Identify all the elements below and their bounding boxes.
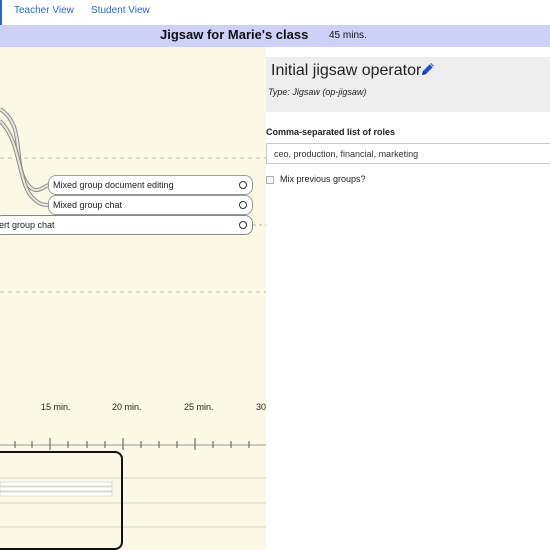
connection-handle-icon[interactable] bbox=[239, 201, 247, 209]
app-root: Teacher View Student View Jigsaw for Mar… bbox=[0, 0, 550, 550]
activity-node-mixed-group-chat[interactable]: Mixed group chat bbox=[48, 195, 253, 215]
connection-handle-icon[interactable] bbox=[239, 181, 247, 189]
pencil-icon[interactable] bbox=[420, 61, 436, 77]
activity-node-label: Mixed group document editing bbox=[53, 180, 174, 190]
tab-student-view[interactable]: Student View bbox=[91, 5, 150, 16]
operator-config-panel: Initial jigsaw operator Type: Jigsaw (op… bbox=[266, 47, 550, 550]
graph-duration: 45 mins. bbox=[329, 30, 367, 41]
activity-node-mixed-doc-editing[interactable]: Mixed group document editing bbox=[48, 175, 253, 195]
graph-title-bar: Jigsaw for Marie's class 45 mins. bbox=[0, 25, 550, 47]
connection-handle-icon[interactable] bbox=[239, 221, 247, 229]
timeline-tick-label: 15 min. bbox=[41, 402, 71, 412]
timeline-tick-label: 25 min. bbox=[184, 402, 214, 412]
operator-title: Initial jigsaw operator bbox=[271, 62, 422, 79]
operator-type: Type: Jigsaw (op-jigsaw) bbox=[268, 87, 367, 97]
timeline-ruler bbox=[0, 438, 266, 450]
roles-field-label: Comma-separated list of roles bbox=[266, 127, 396, 137]
connector-curve bbox=[0, 119, 51, 207]
timeline-tick-label: 30 bbox=[256, 402, 266, 412]
minimap-viewport[interactable] bbox=[0, 451, 123, 550]
timeline-tick-label: 20 min. bbox=[112, 402, 142, 412]
active-tab-indicator bbox=[0, 0, 2, 25]
view-tabs: Teacher View Student View bbox=[0, 0, 550, 25]
roles-input[interactable]: ceo, production, financial, marketing bbox=[266, 143, 550, 164]
activity-node-label: ert group chat bbox=[0, 220, 55, 230]
graph-title[interactable]: Jigsaw for Marie's class bbox=[160, 27, 308, 42]
activity-node-label: Mixed group chat bbox=[53, 200, 123, 210]
tab-teacher-view[interactable]: Teacher View bbox=[14, 5, 74, 16]
mix-groups-label: Mix previous groups? bbox=[280, 174, 366, 184]
graph-canvas[interactable]: Mixed group document editing Mixed group… bbox=[0, 47, 266, 550]
operator-header: Initial jigsaw operator Type: Jigsaw (op… bbox=[266, 57, 550, 112]
mix-groups-checkbox[interactable] bbox=[266, 176, 274, 184]
activity-node-expert-group-chat[interactable]: ert group chat bbox=[0, 215, 253, 235]
